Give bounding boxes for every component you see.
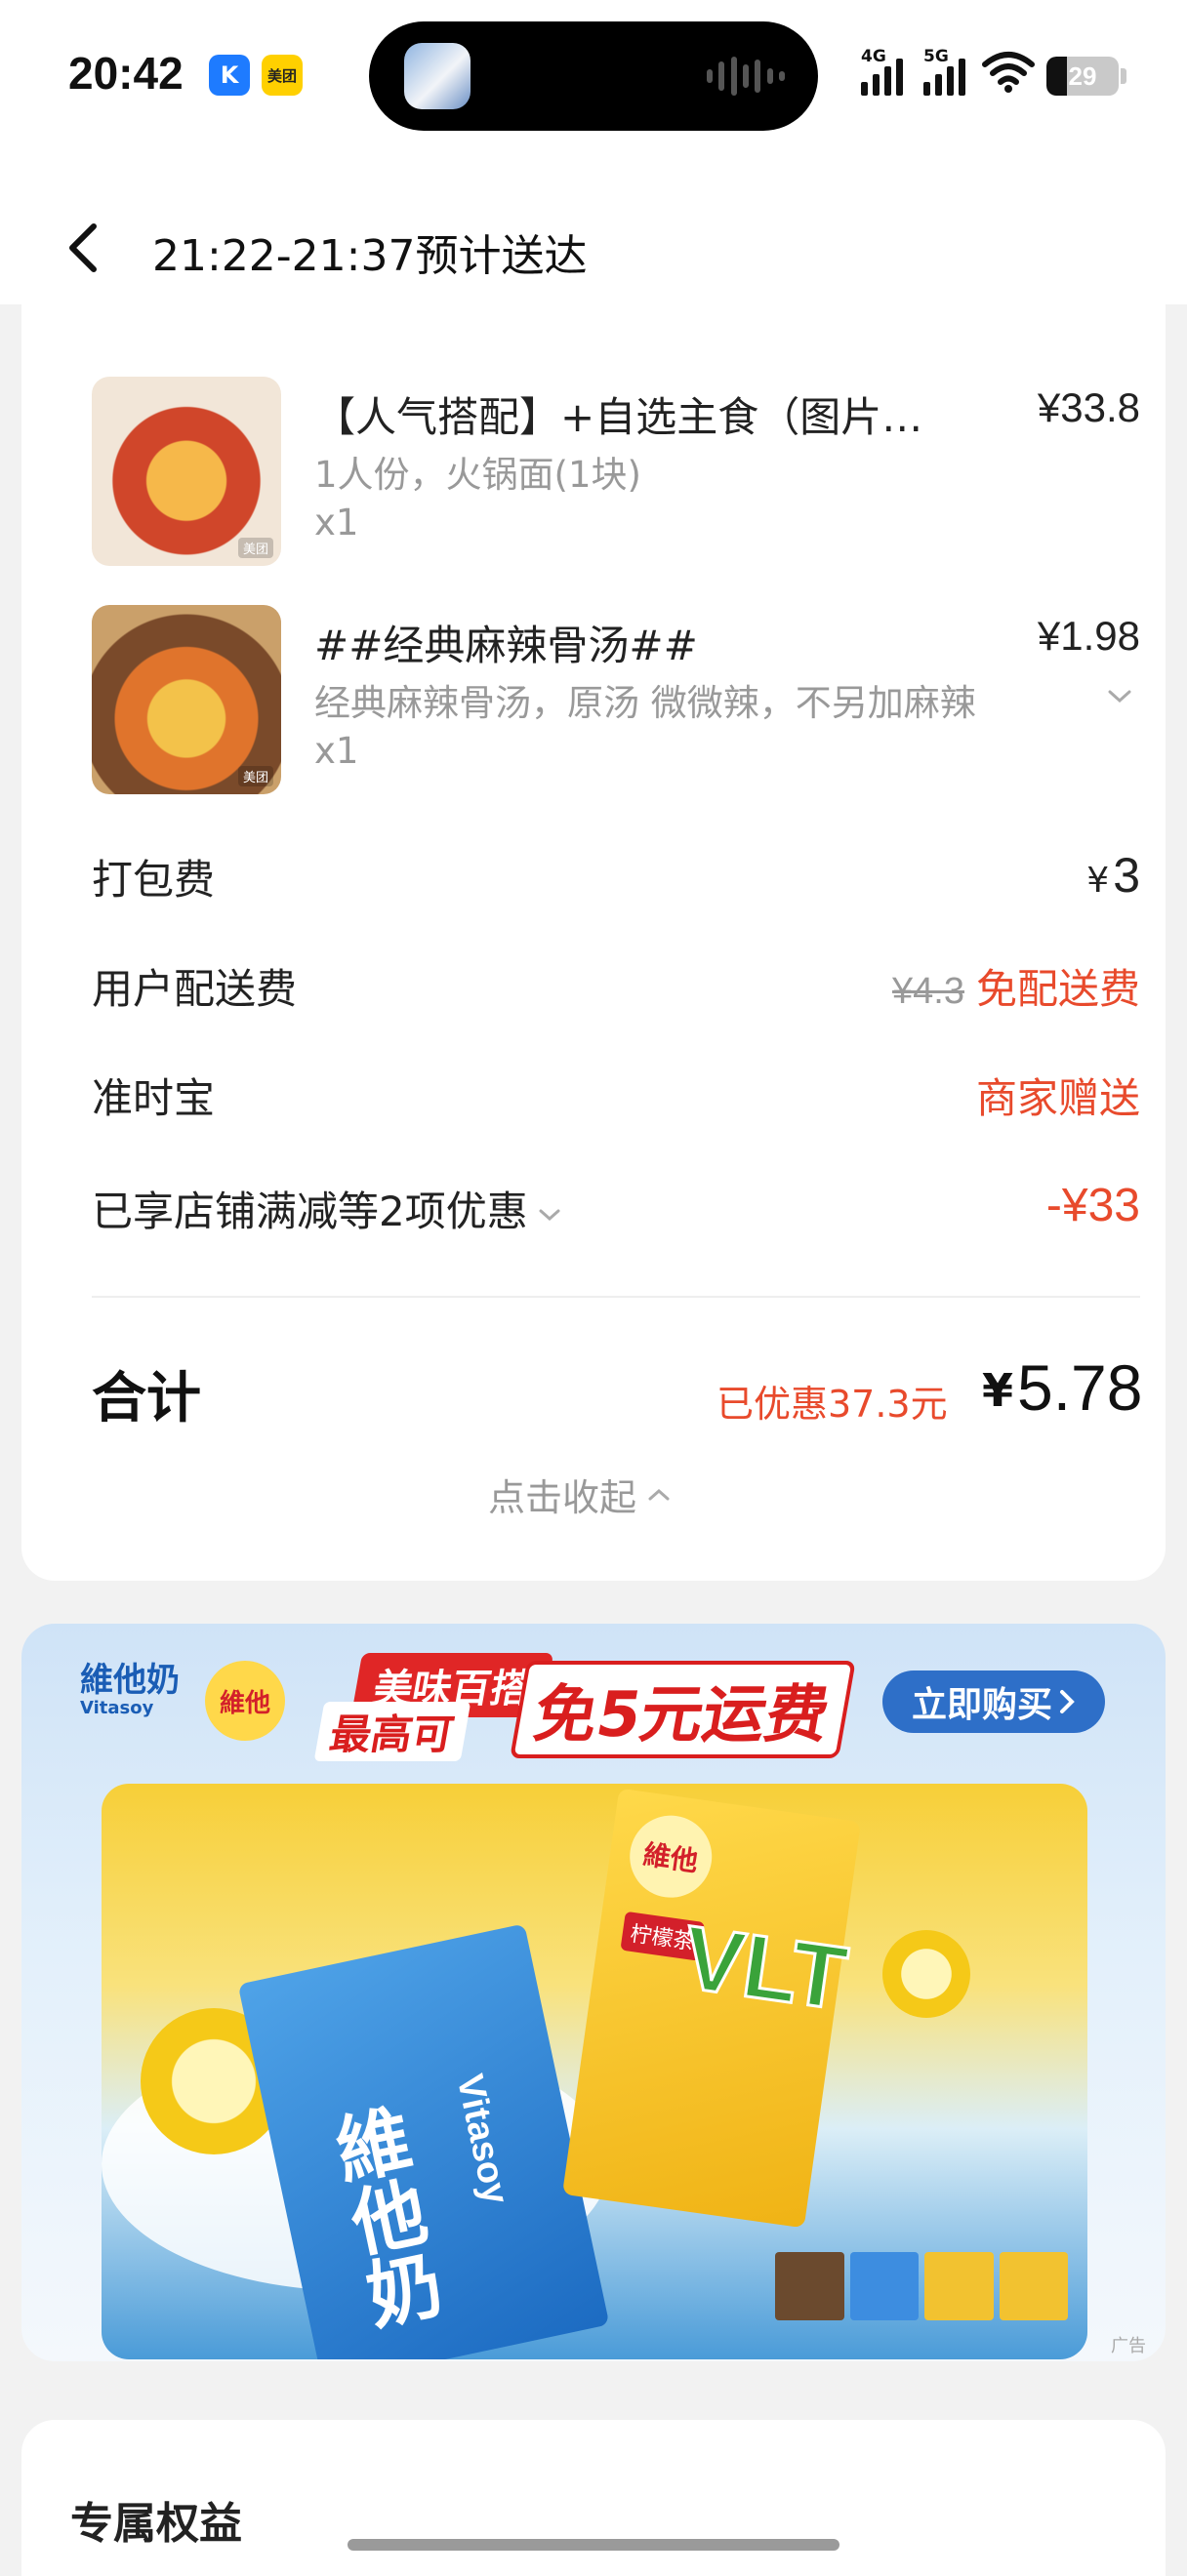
status-bar: 20:42 K 美团 4G 5G 29 — [0, 0, 1187, 156]
chevron-up-icon — [648, 1488, 670, 1500]
back-button[interactable] — [57, 219, 115, 277]
battery-tip — [1121, 68, 1126, 84]
item-quantity: x1 — [314, 730, 359, 772]
item-spec: 1人份，火锅面(1块) — [314, 454, 641, 496]
audio-wave-icon — [707, 57, 785, 96]
discount-row[interactable]: 已享店铺满减等2项优惠 -¥33 — [92, 1171, 1140, 1239]
fee-value: 商家赠送 — [975, 1074, 1140, 1122]
fee-value: ¥4.3 免配送费 — [892, 956, 1140, 1016]
ad-product-image[interactable]: 維他奶 Vitasoy 維他 柠檬茶 VLT — [102, 1784, 1087, 2359]
fee-label: 打包费 — [92, 856, 216, 904]
fee-label: 已享店铺满减等2项优惠 — [92, 1179, 563, 1238]
packing-fee-row: 打包费 ¥3 — [92, 839, 1140, 907]
mini-product-packs — [775, 2252, 1068, 2320]
order-item[interactable]: 美团 【人气搭配】+自选主食（图片仅供参考） ¥33.8 1人份，火锅面(1块)… — [92, 377, 1140, 572]
vlt-carton: 維他 柠檬茶 VLT — [561, 1788, 862, 2229]
benefit-card: 专属权益 — [21, 2420, 1166, 2576]
item-name: 【人气搭配】+自选主食（图片仅供参考） — [314, 393, 959, 441]
item-thumbnail[interactable]: 美团 — [92, 605, 281, 794]
delivery-fee-row: 用户配送费 ¥4.3 免配送费 — [92, 948, 1140, 1017]
total-currency: ¥ — [982, 1364, 1014, 1417]
item-price: ¥33.8 — [1037, 384, 1140, 430]
total-value: 5.78 — [1017, 1351, 1143, 1424]
music-cover-icon — [404, 43, 471, 109]
ad-headline: 美味百搭 最高可 免5元运费 — [306, 1653, 889, 1761]
item-name: ##经典麻辣骨汤## — [314, 622, 698, 669]
ad-banner[interactable]: 維他奶 Vitasoy 維他 美味百搭 最高可 免5元运费 立即购买 維他奶 V… — [21, 1624, 1166, 2361]
signal-4g-icon: 4G — [861, 47, 903, 96]
buy-now-button[interactable]: 立即购买 — [882, 1670, 1105, 1733]
order-detail-card: 美团 【人气搭配】+自选主食（图片仅供参考） ¥33.8 1人份，火锅面(1块)… — [21, 273, 1166, 1581]
item-price: ¥1.98 — [1037, 613, 1140, 659]
status-time: 20:42 — [68, 48, 184, 99]
page-title: 21:22-21:37预计送达 — [152, 231, 588, 281]
lemon-slice-icon — [882, 1930, 970, 2018]
fee-label: 用户配送费 — [92, 965, 298, 1013]
fee-value: ¥3 — [1086, 848, 1140, 903]
home-indicator[interactable] — [348, 2539, 839, 2551]
battery-percent: 29 — [1068, 60, 1097, 91]
item-quantity: x1 — [314, 502, 359, 543]
fee-label: 准时宝 — [92, 1074, 216, 1122]
vitasoy-logo: 維他奶 Vitasoy — [80, 1661, 180, 1719]
signal-5g-icon: 5G — [923, 47, 965, 96]
item-thumb-watermark: 美团 — [237, 538, 273, 558]
item-thumbnail[interactable]: 美团 — [92, 377, 281, 566]
dynamic-island[interactable] — [369, 21, 818, 131]
chevron-down-icon[interactable] — [536, 1206, 563, 1224]
total-saved: 已优惠37.3元 — [716, 1383, 948, 1426]
original-delivery-fee: ¥4.3 — [892, 971, 964, 1012]
wifi-icon — [982, 52, 1035, 93]
total-label: 合计 — [92, 1367, 201, 1430]
app-k-icon: K — [209, 55, 250, 96]
ontime-guarantee-row: 准时宝 商家赠送 — [92, 1058, 1140, 1126]
collapse-button[interactable]: 点击收起 — [488, 1468, 672, 1521]
divider — [92, 1296, 1140, 1298]
vita-logo: 維他 — [205, 1661, 285, 1741]
order-item[interactable]: 美团 ##经典麻辣骨汤## ¥1.98 经典麻辣骨汤，原汤 微微辣，不另加麻辣 … — [92, 605, 1140, 800]
chevron-right-icon — [1060, 1690, 1075, 1713]
battery-icon: 29 — [1046, 57, 1119, 96]
vitasoy-carton: 維他奶 Vitasoy — [237, 1923, 610, 2359]
fee-value: -¥33 — [1045, 1180, 1140, 1231]
meituan-app-icon: 美团 — [262, 55, 303, 96]
ad-tag: 广告 — [1111, 2336, 1146, 2356]
item-spec: 经典麻辣骨汤，原汤 微微辣，不另加麻辣 — [314, 682, 976, 724]
benefit-title: 专属权益 — [70, 2499, 242, 2549]
chevron-down-icon[interactable] — [1105, 687, 1134, 706]
free-delivery-label: 免配送费 — [975, 965, 1140, 1013]
item-thumb-watermark: 美团 — [237, 766, 273, 786]
